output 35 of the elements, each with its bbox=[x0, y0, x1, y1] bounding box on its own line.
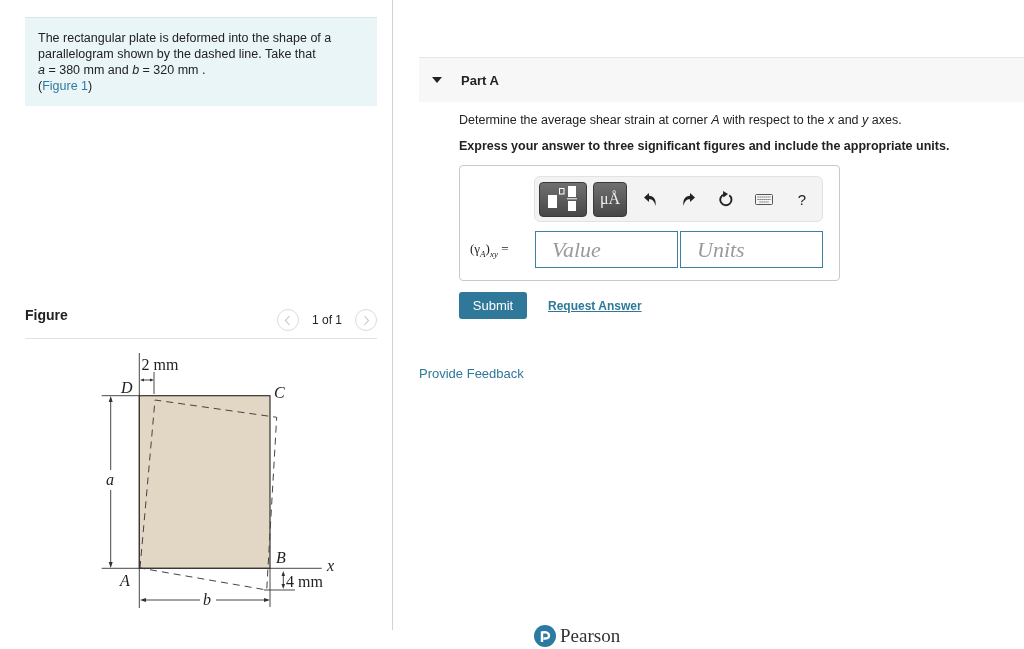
blocks-icon bbox=[548, 186, 578, 212]
page-counter: 1 of 1 bbox=[311, 313, 342, 327]
question-text: Determine the average shear strain at corner A with respect to the x and y axes. bbox=[459, 112, 903, 128]
templates-button[interactable] bbox=[539, 181, 587, 217]
dimension-label: b bbox=[203, 591, 211, 608]
dimension-label: 2 mm bbox=[141, 356, 179, 373]
corner-label: D bbox=[121, 379, 133, 396]
dimension-label: 4 mm bbox=[286, 573, 323, 590]
units-button[interactable]: μÅ bbox=[593, 181, 627, 217]
axis-label: x bbox=[327, 557, 335, 574]
corner-label: B bbox=[276, 549, 286, 566]
redo-icon bbox=[681, 192, 695, 206]
undo-icon bbox=[643, 192, 657, 206]
feedback-link[interactable]: Provide Feedback bbox=[419, 366, 524, 381]
problem-text: The rectangular plate is deformed into the shape of a parallelogram shown by the dashed line. Take that a = 380 mm and b = 320 mm . (Figure 1) bbox=[38, 30, 333, 94]
chevron-left-icon bbox=[284, 314, 292, 326]
submit-button[interactable]: Submit bbox=[459, 292, 527, 319]
value-field[interactable]: Value bbox=[535, 231, 678, 268]
circular-arrow-icon bbox=[718, 191, 734, 207]
figure-heading: Figure bbox=[25, 306, 69, 324]
dimension-label: a bbox=[106, 471, 114, 488]
request-answer-link[interactable]: Request Answer bbox=[548, 298, 642, 313]
answer-label: (γ$_{A}$)$_{xy}$ = bbox=[470, 240, 510, 259]
corner-label: A bbox=[120, 572, 130, 589]
keyboard-icon bbox=[755, 193, 773, 205]
logo-icon bbox=[534, 625, 556, 647]
corner-label: C bbox=[274, 384, 285, 401]
caret-icon bbox=[432, 77, 442, 83]
chevron-right-icon bbox=[362, 314, 370, 326]
figure-link[interactable]: Figure 1 bbox=[42, 79, 89, 93]
help-button[interactable]: ? bbox=[787, 184, 817, 214]
brand-name: Pearson bbox=[560, 625, 621, 647]
part-toggle[interactable]: Part A bbox=[419, 57, 1024, 102]
units-field[interactable]: Units bbox=[680, 231, 823, 268]
instruction-text: Express your answer to three significant figures and include the appropriate units. bbox=[459, 138, 951, 154]
